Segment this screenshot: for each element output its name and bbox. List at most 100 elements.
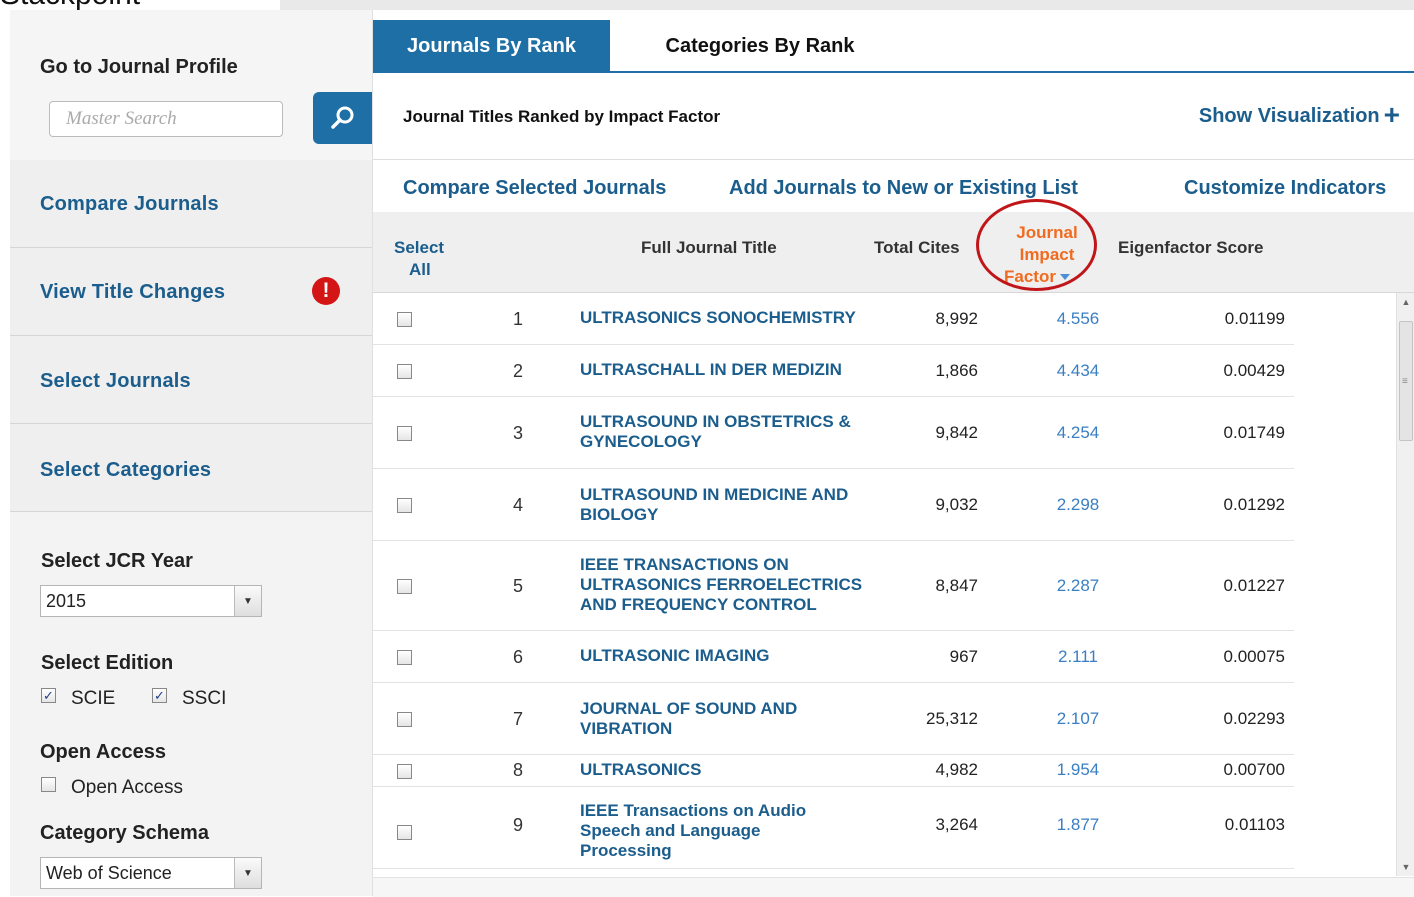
impact-factor-value[interactable]: 4.556 [1033, 309, 1123, 329]
select-journals-label: Select Journals [40, 370, 191, 392]
row-checkbox[interactable] [397, 364, 412, 379]
eigenfactor-value: 0.01749 [1223, 423, 1285, 442]
row-checkbox[interactable] [397, 825, 412, 840]
eigenfactor-value: 0.01227 [1223, 576, 1285, 595]
scie-checkbox[interactable]: ✓ [41, 688, 56, 703]
eigenfactor-value: 0.01199 [1224, 309, 1285, 328]
row-checkbox[interactable] [397, 312, 412, 327]
ssci-checkbox[interactable]: ✓ [152, 688, 167, 703]
alert-icon: ! [312, 277, 340, 305]
row-rank: 2 [512, 361, 523, 381]
column-header-total-cites[interactable]: Total Cites [874, 238, 960, 258]
table-row: 6 ULTRASONIC IMAGING 967 2.111 0.00075 [373, 631, 1294, 683]
journal-title-link[interactable]: ULTRASONIC IMAGING [580, 646, 870, 666]
scroll-up-icon[interactable]: ▲ [1397, 293, 1414, 311]
journal-title-link[interactable]: IEEE Transactions on Audio Speech and La… [580, 801, 820, 861]
chevron-down-icon: ▼ [234, 586, 261, 616]
total-cites-value: 8,847 [935, 576, 978, 595]
ranking-caption: Journal Titles Ranked by Impact Factor [403, 107, 721, 126]
journal-title-link[interactable]: JOURNAL OF SOUND AND VIBRATION [580, 699, 820, 739]
total-cites-value: 967 [949, 647, 978, 666]
profile-title: Go to Journal Profile [40, 56, 238, 78]
table-row: 9 IEEE Transactions on Audio Speech and … [373, 787, 1294, 869]
scroll-down-icon[interactable]: ▼ [1397, 858, 1414, 876]
compare-journals-label: Compare Journals [40, 193, 219, 215]
compare-journals-link[interactable]: Compare Journals [10, 160, 372, 248]
eigenfactor-value: 0.00429 [1223, 361, 1285, 380]
journal-title-link[interactable]: ULTRASCHALL IN DER MEDIZIN [580, 360, 870, 380]
journal-title-link[interactable]: ULTRASOUND IN MEDICINE AND BIOLOGY [580, 485, 860, 525]
table-row: 4 ULTRASOUND IN MEDICINE AND BIOLOGY 9,0… [373, 469, 1294, 541]
row-checkbox[interactable] [397, 498, 412, 513]
impact-factor-value[interactable]: 1.877 [1033, 815, 1123, 835]
grip-icon: ≡ [1402, 376, 1408, 387]
tab-bar: Journals By Rank Categories By Rank [373, 20, 1414, 72]
select-all-link[interactable]: Select All [394, 237, 444, 281]
tab-categories-by-rank[interactable]: Categories By Rank [610, 20, 910, 72]
total-cites-value: 9,842 [935, 423, 978, 442]
select-categories-link[interactable]: Select Categories [10, 424, 372, 512]
ssci-label: SSCI [182, 688, 227, 709]
master-search-input[interactable] [50, 102, 282, 136]
impact-factor-value[interactable]: 4.254 [1033, 423, 1123, 443]
view-title-changes-label: View Title Changes [40, 281, 226, 303]
results-subheader: Journal Titles Ranked by Impact Factor S… [373, 73, 1414, 160]
compare-selected-journals-link[interactable]: Compare Selected Journals [403, 177, 666, 200]
column-header-title[interactable]: Full Journal Title [641, 238, 777, 258]
table-row: 5 IEEE TRANSACTIONS ON ULTRASONICS FERRO… [373, 541, 1294, 631]
journal-title-link[interactable]: IEEE TRANSACTIONS ON ULTRASONICS FERROEL… [580, 555, 870, 615]
table-footer-band [373, 877, 1414, 897]
row-rank: 8 [512, 760, 523, 780]
total-cites-value: 4,982 [935, 760, 978, 779]
search-button[interactable] [313, 92, 372, 144]
top-band [280, 0, 1414, 10]
row-rank: 5 [512, 576, 523, 596]
scrollbar-thumb[interactable]: ≡ [1399, 321, 1413, 441]
total-cites-value: 8,992 [935, 309, 978, 328]
show-visualization-link[interactable]: Show Visualization + [1199, 101, 1400, 129]
customize-indicators-link[interactable]: Customize Indicators [1184, 177, 1386, 200]
row-checkbox[interactable] [397, 426, 412, 441]
column-header-eigenfactor[interactable]: Eigenfactor Score [1118, 238, 1264, 258]
category-schema-title: Category Schema [40, 822, 209, 844]
tab-journals-by-rank[interactable]: Journals By Rank [373, 20, 610, 72]
scie-label: SCIE [71, 688, 116, 709]
impact-factor-value[interactable]: 4.434 [1033, 361, 1123, 381]
journal-title-link[interactable]: ULTRASOUND IN OBSTETRICS & GYNECOLOGY [580, 412, 860, 452]
impact-factor-value[interactable]: 1.954 [1033, 760, 1123, 780]
table-row: 7 JOURNAL OF SOUND AND VIBRATION 25,312 … [373, 683, 1294, 755]
impact-factor-value[interactable]: 2.287 [1033, 576, 1123, 596]
category-schema-select[interactable]: Web of Science ▼ [40, 857, 262, 889]
open-access-checkbox[interactable] [41, 777, 56, 792]
add-journals-to-list-link[interactable]: Add Journals to New or Existing List [729, 177, 1078, 200]
row-rank: 3 [512, 423, 523, 443]
select-all-label-line2: All [409, 260, 431, 279]
eigenfactor-value: 0.01292 [1223, 495, 1285, 514]
jcr-year-title: Select JCR Year [41, 550, 193, 572]
total-cites-value: 1,866 [935, 361, 978, 380]
select-categories-label: Select Categories [40, 459, 212, 481]
plus-icon: + [1383, 99, 1400, 130]
table-scrollbar[interactable]: ▲ ≡ ▼ [1396, 293, 1414, 876]
view-title-changes-link[interactable]: View Title Changes ! [10, 248, 372, 336]
row-checkbox[interactable] [397, 764, 412, 779]
chevron-down-icon: ▼ [234, 858, 261, 888]
impact-factor-value[interactable]: 2.298 [1033, 495, 1123, 515]
jcr-year-select[interactable]: 2015 ▼ [40, 585, 262, 617]
row-checkbox[interactable] [397, 650, 412, 665]
open-access-title: Open Access [40, 741, 166, 763]
row-rank: 9 [512, 815, 523, 835]
impact-factor-value[interactable]: 2.107 [1033, 709, 1123, 729]
eigenfactor-value: 0.00700 [1223, 760, 1285, 779]
table-row: 3 ULTRASOUND IN OBSTETRICS & GYNECOLOGY … [373, 397, 1294, 469]
journal-title-link[interactable]: ULTRASONICS SONOCHEMISTRY [580, 308, 870, 328]
journal-title-link[interactable]: ULTRASONICS [580, 760, 870, 780]
row-checkbox[interactable] [397, 579, 412, 594]
row-checkbox[interactable] [397, 712, 412, 727]
row-rank: 7 [512, 709, 523, 729]
eigenfactor-value: 0.00075 [1223, 647, 1285, 666]
select-journals-link[interactable]: Select Journals [10, 336, 372, 424]
impact-factor-value[interactable]: 2.111 [1033, 647, 1123, 667]
table-row: 1 ULTRASONICS SONOCHEMISTRY 8,992 4.556 … [373, 293, 1294, 345]
table-header: Select All Full Journal Title Total Cite… [373, 212, 1414, 293]
